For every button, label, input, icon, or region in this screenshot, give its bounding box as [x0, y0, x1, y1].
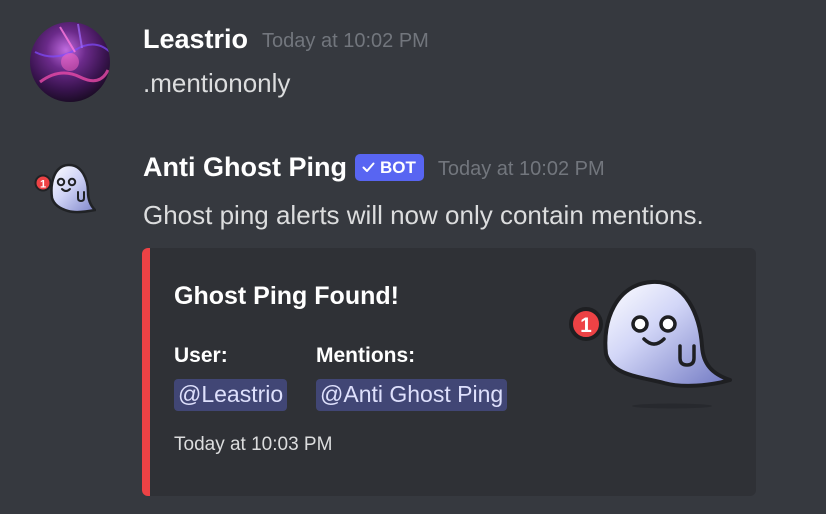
message-content: .mentiononly [143, 68, 291, 98]
embed-field-user: User: @Leastrio [174, 344, 288, 411]
message-leastrio: Leastrio Today at 10:02 PM .mentiononly [0, 0, 826, 130]
username[interactable]: Leastrio [143, 24, 248, 55]
message-timestamp: Today at 10:02 PM [437, 158, 605, 180]
embed-field-mentions: Mentions: @Anti Ghost Ping [316, 344, 508, 411]
avatar-image [30, 22, 110, 102]
svg-text:1: 1 [580, 314, 592, 337]
user-avatar[interactable] [30, 22, 110, 102]
embed-thumbnail[interactable]: 1 [562, 276, 734, 416]
svg-text:1: 1 [40, 179, 46, 191]
embed-field-name: User: [174, 344, 228, 367]
embed: Ghost Ping Found! User: @Leastrio Mentio… [142, 248, 756, 496]
bot-tag-label: BOT [379, 157, 416, 177]
message-anti-ghost-ping: 1 Anti Ghost Ping BOT Today at 10:02 PM … [0, 130, 826, 514]
verified-check-icon [362, 162, 375, 172]
chat-messages: Leastrio Today at 10:02 PM .mentiononly [0, 0, 826, 514]
bot-avatar[interactable]: 1 [30, 158, 98, 214]
user-mention[interactable]: @Leastrio [174, 379, 288, 411]
message-content: Ghost ping alerts will now only contain … [143, 200, 704, 230]
embed-field-name: Mentions: [316, 344, 416, 367]
embed-title: Ghost Ping Found! [174, 282, 399, 310]
embed-footer-timestamp: Today at 10:03 PM [174, 434, 333, 455]
user-mention[interactable]: @Anti Ghost Ping [316, 379, 508, 411]
message-header: Leastrio Today at 10:02 PM [143, 24, 429, 55]
ghost-icon: 1 [34, 163, 98, 214]
username[interactable]: Anti Ghost Ping [143, 152, 347, 183]
bot-tag: BOT [354, 154, 424, 181]
message-timestamp: Today at 10:02 PM [262, 30, 429, 52]
ghost-icon: 1 [569, 279, 732, 409]
message-header: Anti Ghost Ping BOT Today at 10:02 PM [143, 152, 605, 183]
